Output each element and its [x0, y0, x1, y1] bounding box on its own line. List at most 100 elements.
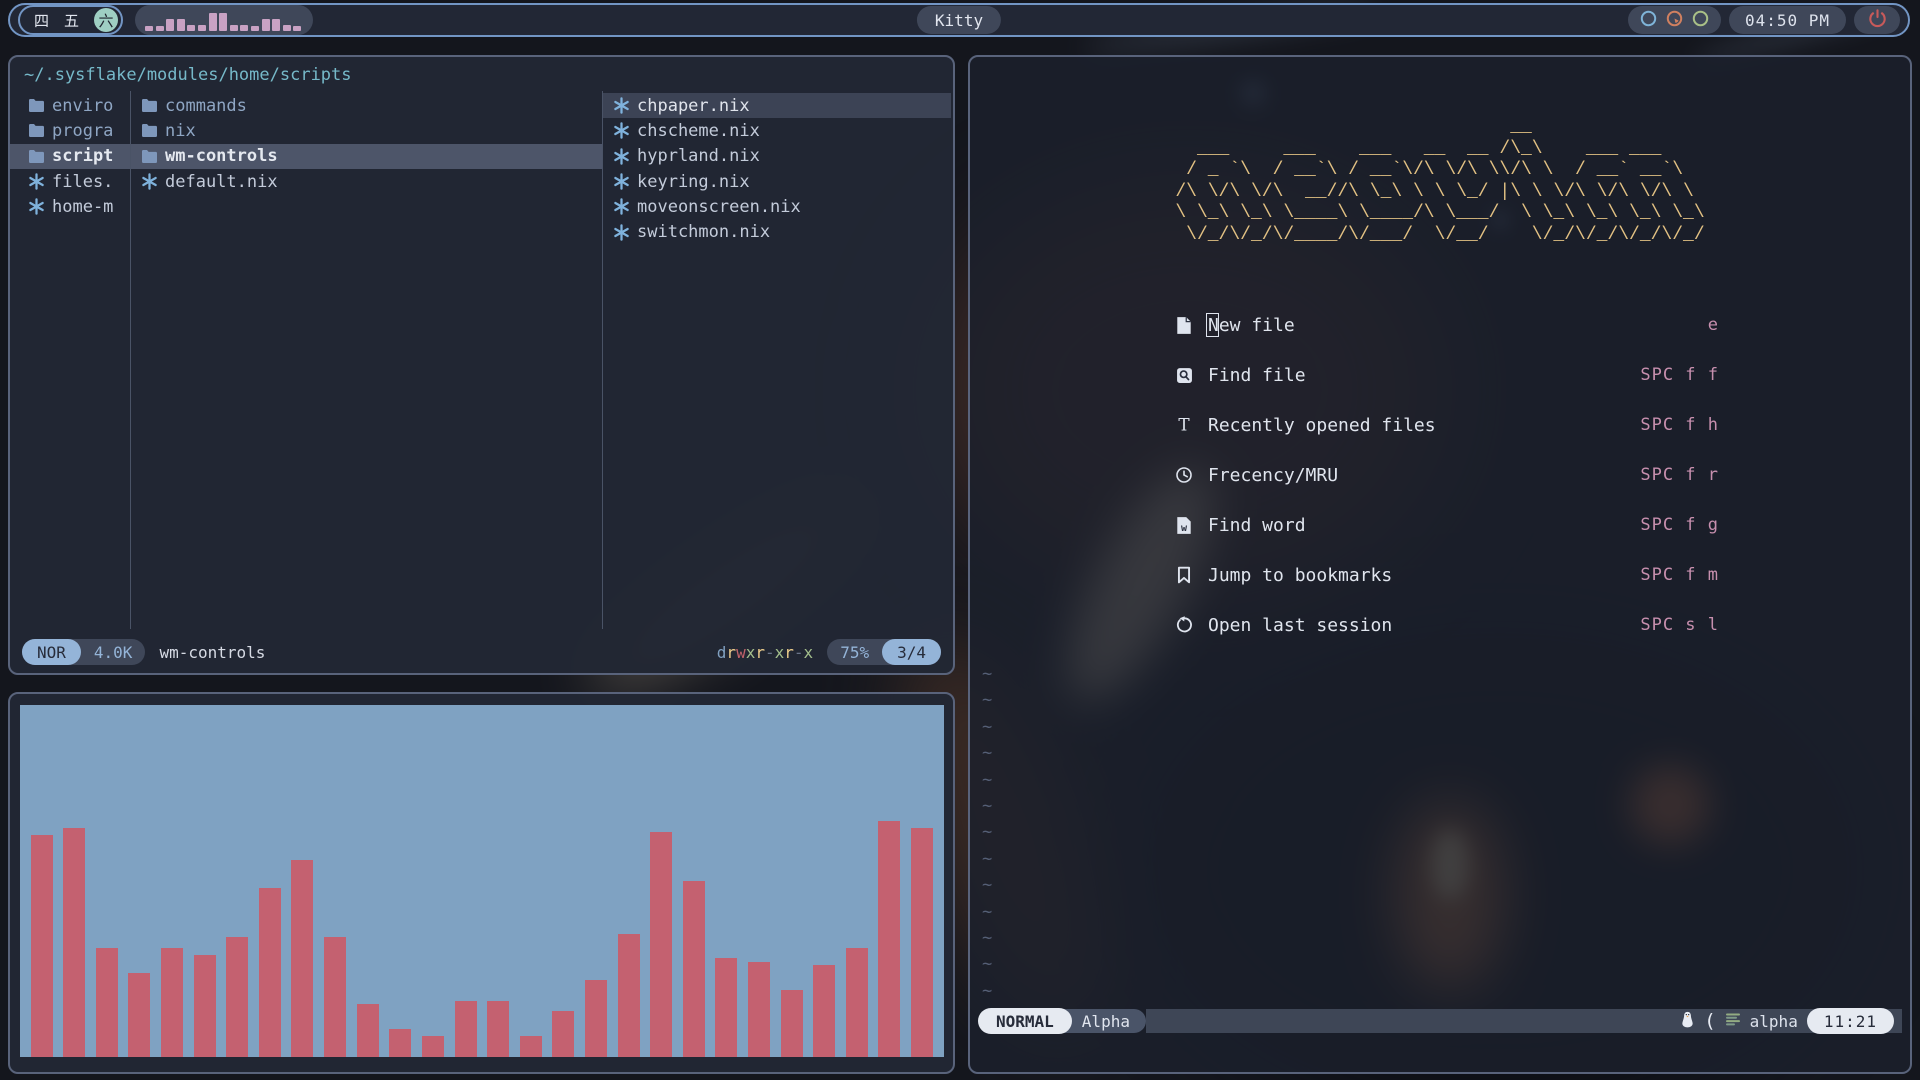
active-window-title[interactable]: Kitty	[917, 6, 1001, 34]
tilde-line: ~	[982, 819, 992, 845]
visualizer-bar	[240, 25, 248, 31]
file-name: chscheme.nix	[637, 121, 760, 141]
visualizer-bar	[145, 26, 153, 31]
file-item-hyprland.nix[interactable]: hyprland.nix	[603, 144, 951, 169]
power-icon	[1868, 9, 1887, 32]
tilde-line: ~	[982, 661, 992, 687]
file-size: 4.0K	[81, 643, 146, 662]
tilde-line: ~	[982, 767, 992, 793]
vim-mode-badge: NORMAL	[978, 1008, 1072, 1034]
visualizer-bar	[251, 26, 259, 31]
nix-snowflake-icon	[612, 198, 630, 215]
chart-bar	[585, 980, 607, 1057]
menu-item-new-file[interactable]: New filee	[1174, 313, 1719, 337]
chart-bar	[911, 828, 933, 1057]
chart-bar	[63, 828, 85, 1057]
nix-snowflake-icon	[612, 173, 630, 190]
file-item-moveonscreen.nix[interactable]: moveonscreen.nix	[603, 194, 951, 219]
system-tray	[1628, 6, 1721, 34]
visualizer-bar	[262, 19, 270, 31]
file-item-default.nix[interactable]: default.nix	[131, 169, 602, 194]
file-item-wm-controls[interactable]: wm-controls	[131, 144, 602, 169]
folder-icon	[27, 123, 45, 138]
folder-icon	[140, 123, 158, 138]
indicator-orange-circle[interactable]	[1666, 10, 1683, 31]
workspace-2[interactable]: 五	[64, 10, 79, 31]
file-item-script[interactable]: script	[10, 144, 130, 169]
menu-item-jump-to-bookmarks[interactable]: Jump to bookmarks SPC f m	[1174, 563, 1719, 587]
clock-widget[interactable]: 04:50 PM	[1729, 6, 1846, 34]
svg-text:T: T	[1178, 416, 1190, 434]
statusline-fill	[1146, 1009, 1680, 1033]
chart-bar	[715, 958, 737, 1057]
dashboard-menu: New filee Find fileSPC f f TRecently opene…	[1174, 313, 1719, 663]
scroll-percent: 75%	[827, 643, 882, 662]
menu-item-find-word[interactable]: wFind wordSPC f g	[1174, 513, 1719, 537]
indicator-green-circle[interactable]	[1692, 10, 1709, 31]
neovim-ascii-logo: __ ___ ___ ___ __ __ /\_\ ___ ___ / _ `\…	[1175, 117, 1704, 246]
perm-char: w	[736, 643, 746, 662]
menu-item-shortcut: e	[1708, 315, 1719, 335]
text-cursor	[1206, 313, 1219, 337]
workspace-3[interactable]: 六	[94, 8, 118, 32]
file-name: hyprland.nix	[637, 146, 760, 166]
file-item-files.[interactable]: files.	[10, 169, 130, 194]
workspace-1[interactable]: 四	[34, 10, 49, 31]
visualizer-bar	[166, 19, 174, 31]
file-item-progra[interactable]: progra	[10, 118, 130, 143]
mode-badge: NOR	[22, 639, 81, 665]
file-name: chpaper.nix	[637, 96, 750, 116]
file-item-home-m[interactable]: home-m	[10, 194, 130, 219]
menu-item-open-last-session[interactable]: Open last sessionSPC s l	[1174, 613, 1719, 637]
audio-visualizer	[135, 5, 313, 35]
file-item-commands[interactable]: commands	[131, 93, 602, 118]
file-name: progra	[52, 121, 113, 141]
chart-bar	[781, 990, 803, 1057]
menu-item-frecency-mru[interactable]: Frecency/MRUSPC f r	[1174, 463, 1719, 487]
file-manager-statusbar: NOR 4.0K wm-controls drwxr-xr-x 75% 3/4	[22, 639, 941, 665]
chart-bar	[422, 1036, 444, 1057]
menu-item-shortcut: SPC f m	[1640, 565, 1719, 585]
perm-char: x	[775, 643, 785, 662]
chart-bar	[552, 1011, 574, 1057]
chart-bar	[846, 948, 868, 1057]
cursor-position: 3/4	[882, 639, 941, 665]
chart-bar	[31, 835, 53, 1057]
menu-item-label: Find file	[1208, 365, 1306, 386]
chart-window	[8, 692, 955, 1074]
recent-files-icon: T	[1174, 416, 1194, 434]
file-name: home-m	[52, 197, 113, 217]
selected-file-name: wm-controls	[159, 643, 265, 662]
editor-window: __ ___ ___ ___ __ __ /\_\ ___ ___ / _ `\…	[968, 55, 1912, 1074]
svg-text:w: w	[1181, 523, 1188, 534]
file-name: enviro	[52, 96, 113, 116]
visualizer-bar	[230, 25, 238, 31]
file-item-chscheme.nix[interactable]: chscheme.nix	[603, 118, 951, 143]
file-name: keyring.nix	[637, 172, 750, 192]
new-file-icon	[1174, 316, 1194, 335]
file-name: wm-controls	[165, 146, 278, 166]
tilde-line: ~	[982, 740, 992, 766]
tilde-line: ~	[982, 951, 992, 977]
menu-item-find-file[interactable]: Find fileSPC f f	[1174, 363, 1719, 387]
nix-snowflake-icon	[140, 173, 158, 190]
file-item-enviro[interactable]: enviro	[10, 93, 130, 118]
file-name: nix	[165, 121, 196, 141]
editor-statusline: NORMAL Alpha ( alpha 11:21	[978, 1008, 1902, 1034]
tilde-line: ~	[982, 872, 992, 898]
menu-item-recently-opened-files[interactable]: TRecently opened filesSPC f h	[1174, 413, 1719, 437]
power-button[interactable]	[1854, 6, 1900, 34]
tilde-line: ~	[982, 899, 992, 925]
file-item-switchmon.nix[interactable]: switchmon.nix	[603, 219, 951, 244]
perm-char: -	[794, 643, 804, 662]
perm-char: d	[717, 643, 727, 662]
file-item-keyring.nix[interactable]: keyring.nix	[603, 169, 951, 194]
file-item-nix[interactable]: nix	[131, 118, 602, 143]
file-item-chpaper.nix[interactable]: chpaper.nix	[603, 93, 951, 118]
menu-item-label: Jump to bookmarks	[1208, 565, 1392, 586]
indicator-blue-circle[interactable]	[1640, 10, 1657, 31]
visualizer-bar	[187, 25, 195, 31]
visualizer-bar	[209, 13, 217, 31]
chart-bar	[650, 832, 672, 1057]
nix-snowflake-icon	[612, 224, 630, 241]
